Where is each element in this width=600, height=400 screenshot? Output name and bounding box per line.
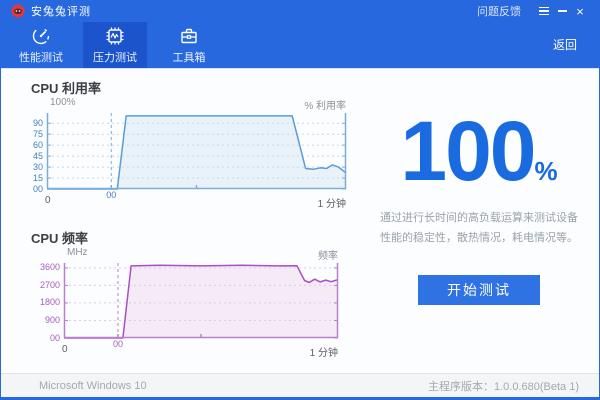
cpu-utilization-chart: 100%% 利用率0015304560759001 分钟00 [47, 113, 346, 189]
cpu-frequency-axis-label: 频率 [318, 247, 338, 262]
cpu-utilization-title: CPU 利用率 [31, 78, 101, 97]
status-bar: Microsoft Windows 10 主程序版本：1.0.0.680(Bet… [1, 373, 599, 397]
cpu-frequency-chart: MHz频率0090018002700360001 分钟00 [64, 263, 338, 338]
description-line-2: 性能的稳定性，散热情况，耗电情况等。 [373, 229, 585, 249]
back-button[interactable]: 返回 [553, 36, 577, 53]
cpu-utilization-axis-label: % 利用率 [304, 97, 346, 112]
tab-label: 性能测试 [19, 49, 63, 65]
minimize-button[interactable] [553, 3, 571, 19]
os-label: Microsoft Windows 10 [39, 380, 147, 392]
cpu-frequency-marker-label: 00 [110, 339, 126, 349]
result-panel: 100% 通过进行长时间的高负载运算来测试设备 性能的稳定性，散热情况，耗电情况… [373, 109, 585, 305]
cpu-frequency-plot [64, 263, 338, 338]
cpu-utilization-marker-label: 00 [103, 190, 119, 200]
result-value-wrap: 100% [373, 109, 585, 193]
cpu-utilization-ytick: 75 [5, 129, 43, 139]
gauge-icon [31, 26, 51, 46]
tab-performance-test[interactable]: 性能测试 [9, 22, 73, 68]
description-line-1: 通过进行长时间的高负载运算来测试设备 [373, 209, 585, 229]
chip-icon [105, 26, 125, 46]
tab-label: 工具箱 [173, 49, 206, 65]
cpu-frequency-title: CPU 频率 [31, 228, 88, 247]
cpu-frequency-ytick: 3600 [22, 262, 60, 272]
cpu-frequency-x-end-label: 1 分钟 [310, 344, 338, 359]
version-label: 主程序版本：1.0.0.680(Beta 1) [428, 378, 579, 394]
tab-stress-test[interactable]: 压力测试 [83, 22, 147, 68]
close-button[interactable]: × [571, 3, 589, 19]
hamburger-icon [539, 7, 549, 16]
app-title: 安兔兔评测 [31, 3, 91, 19]
cpu-utilization-ytick: 30 [5, 162, 43, 172]
cpu-frequency-unit-label: MHz [67, 247, 88, 258]
tab-toolbox[interactable]: 工具箱 [157, 22, 221, 68]
app-logo-icon [11, 4, 25, 18]
test-description: 通过进行长时间的高负载运算来测试设备 性能的稳定性，散热情况，耗电情况等。 [373, 209, 585, 249]
feedback-link[interactable]: 问题反馈 [477, 3, 521, 19]
cpu-frequency-ytick: 1800 [22, 297, 60, 307]
cpu-utilization-ytick: 00 [5, 184, 43, 194]
cpu-frequency-ytick: 900 [22, 315, 60, 325]
toolbox-icon [179, 26, 199, 46]
menu-button[interactable] [535, 3, 553, 19]
main-content: CPU 利用率 100%% 利用率0015304560759001 分钟00 C… [1, 68, 599, 373]
cpu-utilization-plot [47, 113, 346, 189]
result-value: 100 [400, 104, 534, 198]
start-test-button[interactable]: 开始测试 [418, 275, 540, 305]
tabs: 性能测试 压力测试 [9, 22, 221, 68]
cpu-utilization-unit-label: 100% [50, 97, 76, 108]
cpu-utilization-ytick: 60 [5, 140, 43, 150]
cpu-frequency-x-start-label: 0 [62, 344, 68, 355]
cpu-utilization-ytick: 45 [5, 151, 43, 161]
tab-bar: 性能测试 压力测试 [1, 22, 599, 68]
cpu-utilization-x-start-label: 0 [45, 195, 51, 206]
cpu-frequency-ytick: 00 [22, 333, 60, 343]
cpu-frequency-ytick: 2700 [22, 280, 60, 290]
minimize-icon [558, 10, 567, 12]
result-unit: % [535, 156, 558, 186]
cpu-utilization-ytick: 15 [5, 173, 43, 183]
tab-label: 压力测试 [93, 49, 137, 65]
title-bar: 安兔兔评测 问题反馈 × [1, 0, 599, 22]
cpu-utilization-ytick: 90 [5, 118, 43, 128]
app-window: 安兔兔评测 问题反馈 × 性能测试 [0, 0, 600, 400]
cpu-utilization-x-end-label: 1 分钟 [318, 195, 346, 210]
